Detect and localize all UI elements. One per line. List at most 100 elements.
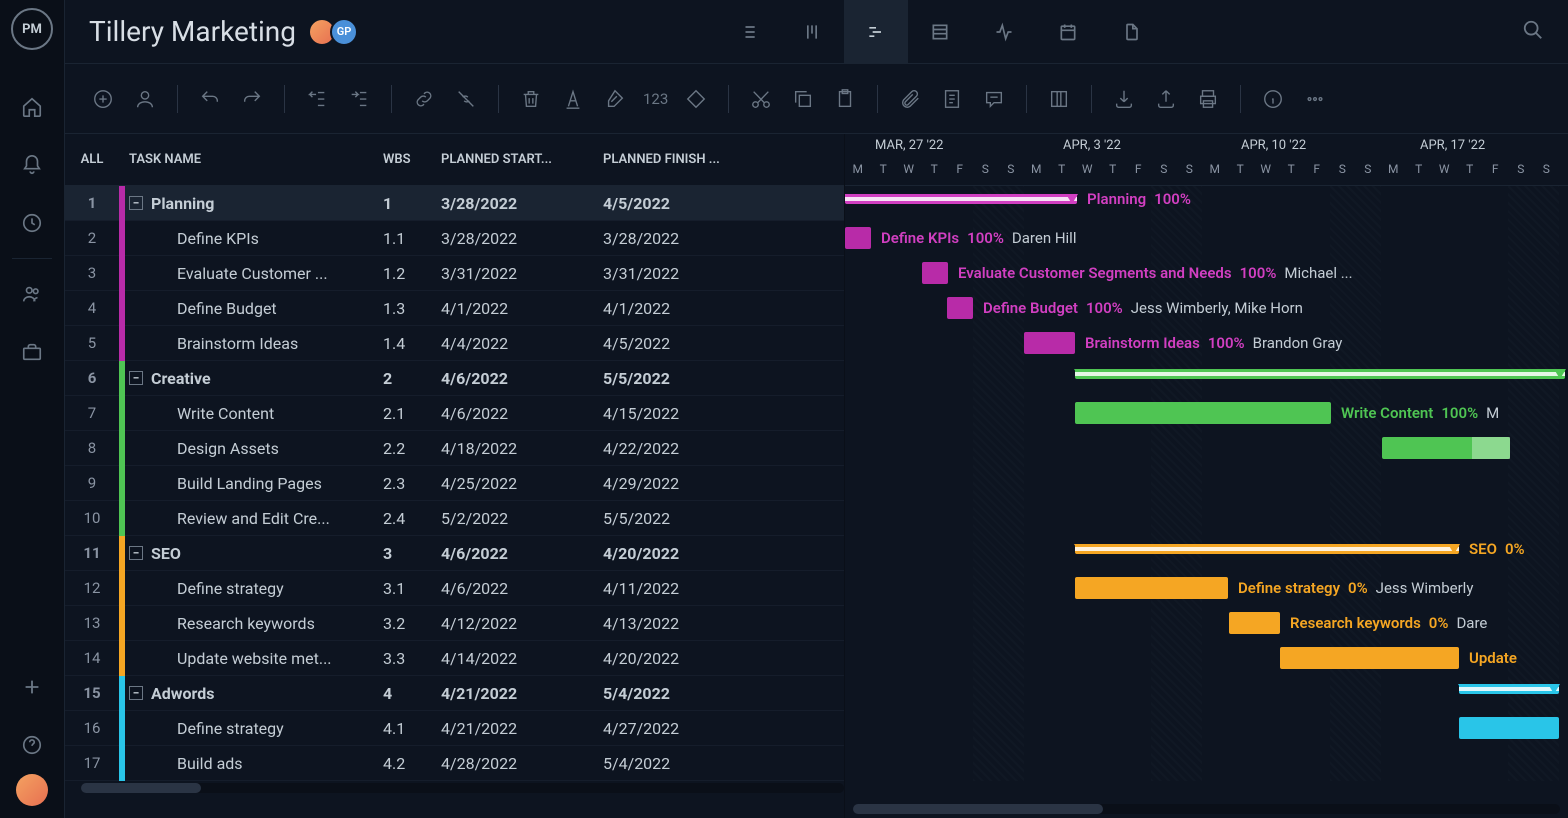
task-row[interactable]: 14 Update website met... 3.3 4/14/2022 4…	[65, 641, 844, 676]
calendar-view-tab[interactable]	[1036, 0, 1100, 64]
task-name-cell[interactable]: − SEO	[125, 544, 383, 563]
gantt-row[interactable]	[845, 361, 1568, 396]
task-name-cell[interactable]: Research keywords	[125, 614, 383, 633]
task-row[interactable]: 4 Define Budget 1.3 4/1/2022 4/1/2022	[65, 291, 844, 326]
comment-button[interactable]	[980, 85, 1008, 113]
gantt-row[interactable]: Write Content100%M	[845, 396, 1568, 431]
notes-button[interactable]	[938, 85, 966, 113]
gantt-row[interactable]	[845, 711, 1568, 746]
task-name-cell[interactable]: Design Assets	[125, 439, 383, 458]
unlink-button[interactable]	[452, 85, 480, 113]
add-icon[interactable]	[21, 676, 43, 698]
task-row[interactable]: 13 Research keywords 3.2 4/12/2022 4/13/…	[65, 606, 844, 641]
delete-button[interactable]	[517, 85, 545, 113]
gantt-task-bar[interactable]: Define KPIs100%Daren Hill	[845, 227, 871, 249]
finish-cell[interactable]: 4/5/2022	[603, 194, 765, 213]
col-name[interactable]: TASK NAME	[119, 152, 383, 167]
file-view-tab[interactable]	[1100, 0, 1164, 64]
member-avatars[interactable]: GP	[314, 18, 358, 46]
gantt-task-bar[interactable]: Update	[1280, 647, 1459, 669]
board-view-tab[interactable]	[780, 0, 844, 64]
attachment-button[interactable]	[896, 85, 924, 113]
redo-button[interactable]	[238, 85, 266, 113]
start-cell[interactable]: 4/6/2022	[441, 579, 603, 598]
start-cell[interactable]: 4/14/2022	[441, 649, 603, 668]
task-name-cell[interactable]: − Creative	[125, 369, 383, 388]
task-row[interactable]: 16 Define strategy 4.1 4/21/2022 4/27/20…	[65, 711, 844, 746]
gantt-task-bar[interactable]: Define Budget100%Jess Wimberly, Mike Hor…	[947, 297, 973, 319]
col-all[interactable]: ALL	[65, 152, 119, 167]
task-name-cell[interactable]: Define strategy	[125, 579, 383, 598]
user-avatar[interactable]	[16, 774, 48, 806]
gantt-row[interactable]: Research keywords0%Dare	[845, 606, 1568, 641]
gantt-summary-bar[interactable]: SEO0%	[1075, 544, 1459, 554]
finish-cell[interactable]: 5/4/2022	[603, 754, 765, 773]
col-finish[interactable]: PLANNED FINISH ...	[603, 152, 765, 167]
finish-cell[interactable]: 5/4/2022	[603, 684, 765, 703]
info-button[interactable]	[1259, 85, 1287, 113]
gantt-summary-bar[interactable]	[1459, 684, 1559, 694]
paste-button[interactable]	[831, 85, 859, 113]
gantt-row[interactable]: Update	[845, 641, 1568, 676]
print-button[interactable]	[1194, 85, 1222, 113]
gantt-scrollbar[interactable]	[853, 804, 1560, 814]
start-cell[interactable]: 4/4/2022	[441, 334, 603, 353]
finish-cell[interactable]: 4/27/2022	[603, 719, 765, 738]
task-row[interactable]: 1 − Planning 1 3/28/2022 4/5/2022	[65, 186, 844, 221]
gantt-row[interactable]: Brainstorm Ideas100%Brandon Gray	[845, 326, 1568, 361]
task-name-cell[interactable]: − Adwords	[125, 684, 383, 703]
gantt-view-tab[interactable]	[844, 0, 908, 64]
briefcase-icon[interactable]	[21, 341, 43, 363]
add-task-button[interactable]	[89, 85, 117, 113]
export-button[interactable]	[1152, 85, 1180, 113]
finish-cell[interactable]: 3/28/2022	[603, 229, 765, 248]
assign-button[interactable]	[131, 85, 159, 113]
collapse-icon[interactable]: −	[129, 686, 143, 700]
sheet-view-tab[interactable]	[908, 0, 972, 64]
gantt-row[interactable]: Define Budget100%Jess Wimberly, Mike Hor…	[845, 291, 1568, 326]
task-row[interactable]: 12 Define strategy 3.1 4/6/2022 4/11/202…	[65, 571, 844, 606]
task-name-cell[interactable]: Define strategy	[125, 719, 383, 738]
task-row[interactable]: 6 − Creative 2 4/6/2022 5/5/2022	[65, 361, 844, 396]
finish-cell[interactable]: 4/1/2022	[603, 299, 765, 318]
gantt-task-bar[interactable]: Define strategy0%Jess Wimberly	[1075, 577, 1228, 599]
task-name-cell[interactable]: Build Landing Pages	[125, 474, 383, 493]
gantt-chart[interactable]: MAR, 27 '22APR, 3 '22APR, 10 '22APR, 17 …	[845, 134, 1568, 818]
task-name-cell[interactable]: Build ads	[125, 754, 383, 773]
text-color-button[interactable]	[559, 85, 587, 113]
collapse-icon[interactable]: −	[129, 546, 143, 560]
help-icon[interactable]	[21, 734, 43, 756]
task-row[interactable]: 5 Brainstorm Ideas 1.4 4/4/2022 4/5/2022	[65, 326, 844, 361]
task-row[interactable]: 3 Evaluate Customer ... 1.2 3/31/2022 3/…	[65, 256, 844, 291]
start-cell[interactable]: 4/28/2022	[441, 754, 603, 773]
finish-cell[interactable]: 4/20/2022	[603, 649, 765, 668]
gantt-task-bar[interactable]: Write Content100%M	[1075, 402, 1331, 424]
finish-cell[interactable]: 4/15/2022	[603, 404, 765, 423]
start-cell[interactable]: 3/28/2022	[441, 229, 603, 248]
grid-scrollbar[interactable]	[81, 783, 844, 793]
more-button[interactable]	[1301, 85, 1329, 113]
bell-icon[interactable]	[21, 154, 43, 176]
finish-cell[interactable]: 4/11/2022	[603, 579, 765, 598]
gantt-row[interactable]: Evaluate Customer Segments and Needs100%…	[845, 256, 1568, 291]
indent-button[interactable]	[345, 85, 373, 113]
gantt-task-bar[interactable]: Evaluate Customer Segments and Needs100%…	[922, 262, 948, 284]
gantt-row[interactable]: SEO0%	[845, 536, 1568, 571]
gantt-row[interactable]	[845, 431, 1568, 466]
start-cell[interactable]: 4/6/2022	[441, 544, 603, 563]
task-name-cell[interactable]: Define Budget	[125, 299, 383, 318]
clear-format-button[interactable]	[601, 85, 629, 113]
task-name-cell[interactable]: Review and Edit Cre...	[125, 509, 383, 528]
start-cell[interactable]: 4/21/2022	[441, 684, 603, 703]
start-cell[interactable]: 4/6/2022	[441, 404, 603, 423]
outdent-button[interactable]	[303, 85, 331, 113]
collapse-icon[interactable]: −	[129, 371, 143, 385]
avatar[interactable]: GP	[330, 18, 358, 46]
copy-button[interactable]	[789, 85, 817, 113]
import-button[interactable]	[1110, 85, 1138, 113]
clock-icon[interactable]	[21, 212, 43, 234]
finish-cell[interactable]: 3/31/2022	[603, 264, 765, 283]
gantt-task-bar[interactable]	[1459, 717, 1559, 739]
gantt-task-bar[interactable]: Research keywords0%Dare	[1229, 612, 1280, 634]
home-icon[interactable]	[21, 96, 43, 118]
